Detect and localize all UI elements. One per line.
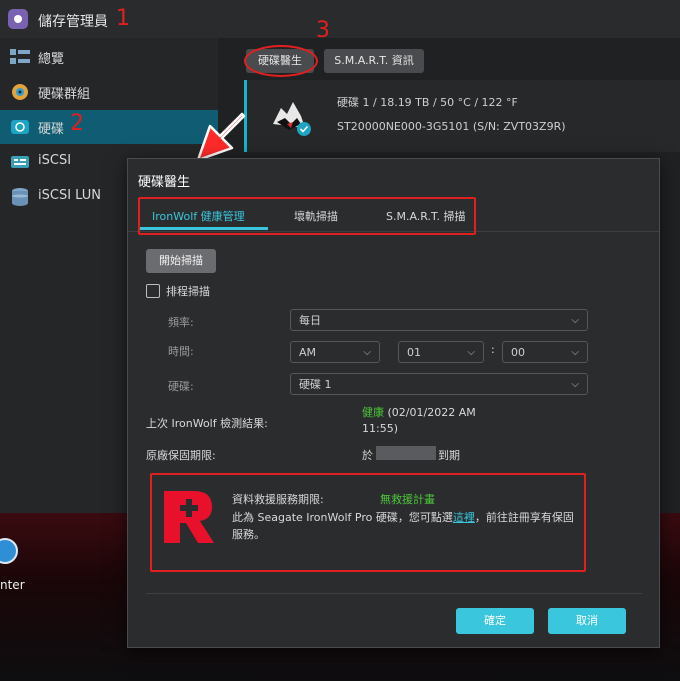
disk-group-icon [12,84,28,100]
rescue-value: 無救援計畫 [380,493,435,506]
rescue-label: 資料救援服務期限: [232,493,324,506]
minute-select[interactable]: 00 ⌵ [502,341,588,363]
annotation-number-2: 2 [70,111,84,136]
sidebar-item-disk[interactable]: 硬碟 2 [0,110,218,144]
sidebar-item-overview[interactable]: 總覽 [0,40,218,74]
register-link[interactable]: 這裡 [453,511,475,524]
healthy-status: 健康 [362,406,384,419]
annotation-number-3: 3 [316,18,330,43]
disk-select[interactable]: 硬碟 1 ⌵ [290,373,588,395]
chevron-down-icon: ⌵ [571,315,579,326]
start-scan-button[interactable]: 開始掃描 [146,249,216,273]
schedule-scan-label: 排程掃描 [166,285,210,298]
frequency-label: 頻率: [168,316,194,329]
rescue-description: 此為 Seagate IronWolf Pro 硬碟，您可點選這裡，前往註冊享有… [232,509,580,543]
iscsi-icon [11,156,29,168]
disk-doctor-dialog: 硬碟醫生 IronWolf 健康管理 壞軌掃描 S.M.A.R.T. 掃描 開始… [127,158,660,648]
hour-value: 01 [407,346,421,359]
last-result-label: 上次 IronWolf 檢測結果: [146,417,268,430]
sidebar-item-label: 硬碟群組 [38,87,91,102]
annotation-box-tabs [138,197,476,235]
ok-button[interactable]: 確定 [456,608,534,634]
desktop-app-label: nter [0,578,25,592]
sidebar-item-disk-group[interactable]: 硬碟群組 [0,75,218,109]
minute-value: 00 [511,346,525,359]
smart-info-button[interactable]: S.M.A.R.T. 資訊 [324,49,424,73]
sidebar-item-label: 硬碟 [38,122,65,137]
disk-summary: 硬碟 1 / 18.19 TB / 50 °C / 122 °F [337,96,518,109]
annotation-number-1: 1 [116,6,130,31]
sidebar-item-label: iSCSI LUN [38,188,101,203]
iscsi-lun-icon [12,188,28,206]
disk-select-value: 硬碟 1 [299,378,332,391]
check-icon [297,122,311,136]
warranty-prefix: 於 [362,449,373,462]
disk-card[interactable]: 硬碟 1 / 18.19 TB / 50 °C / 122 °F ST20000… [244,80,680,152]
time-label: 時間: [168,345,194,358]
disk-label: 硬碟: [168,380,194,393]
annotation-circle [244,45,318,77]
overview-icon [10,49,30,64]
chevron-down-icon: ⌵ [467,347,475,358]
cancel-button[interactable]: 取消 [548,608,626,634]
storage-manager-icon [8,9,28,29]
ampm-value: AM [299,346,317,359]
warranty-label: 原廠保固期限: [146,449,216,462]
rescue-text: 此為 Seagate IronWolf Pro 硬碟，您可點選 [232,511,453,524]
disk-icon [11,120,29,134]
frequency-value: 每日 [299,314,321,327]
disk-model: ST20000NE000-3G5101 (S/N: ZVT03Z9R) [337,120,566,133]
schedule-scan-checkbox[interactable] [146,284,160,298]
ampm-select[interactable]: AM ⌵ [290,341,380,363]
sidebar-item-label: 總覽 [38,52,65,67]
dialog-title: 硬碟醫生 [138,175,191,190]
divider [146,593,642,594]
app-title: 儲存管理員 [38,14,108,30]
chevron-down-icon: ⌵ [571,347,579,358]
frequency-select[interactable]: 每日 ⌵ [290,309,588,331]
warranty-suffix: 到期 [438,449,460,462]
chevron-down-icon: ⌵ [363,347,371,358]
redacted-date [376,446,436,460]
rescue-logo-icon [164,491,214,543]
time-colon: : [491,343,495,356]
sidebar-item-label: iSCSI [38,153,72,168]
hour-select[interactable]: 01 ⌵ [398,341,484,363]
last-result-value: 健康 (02/01/2022 AM 11:55) [362,405,492,437]
chevron-down-icon: ⌵ [571,379,579,390]
